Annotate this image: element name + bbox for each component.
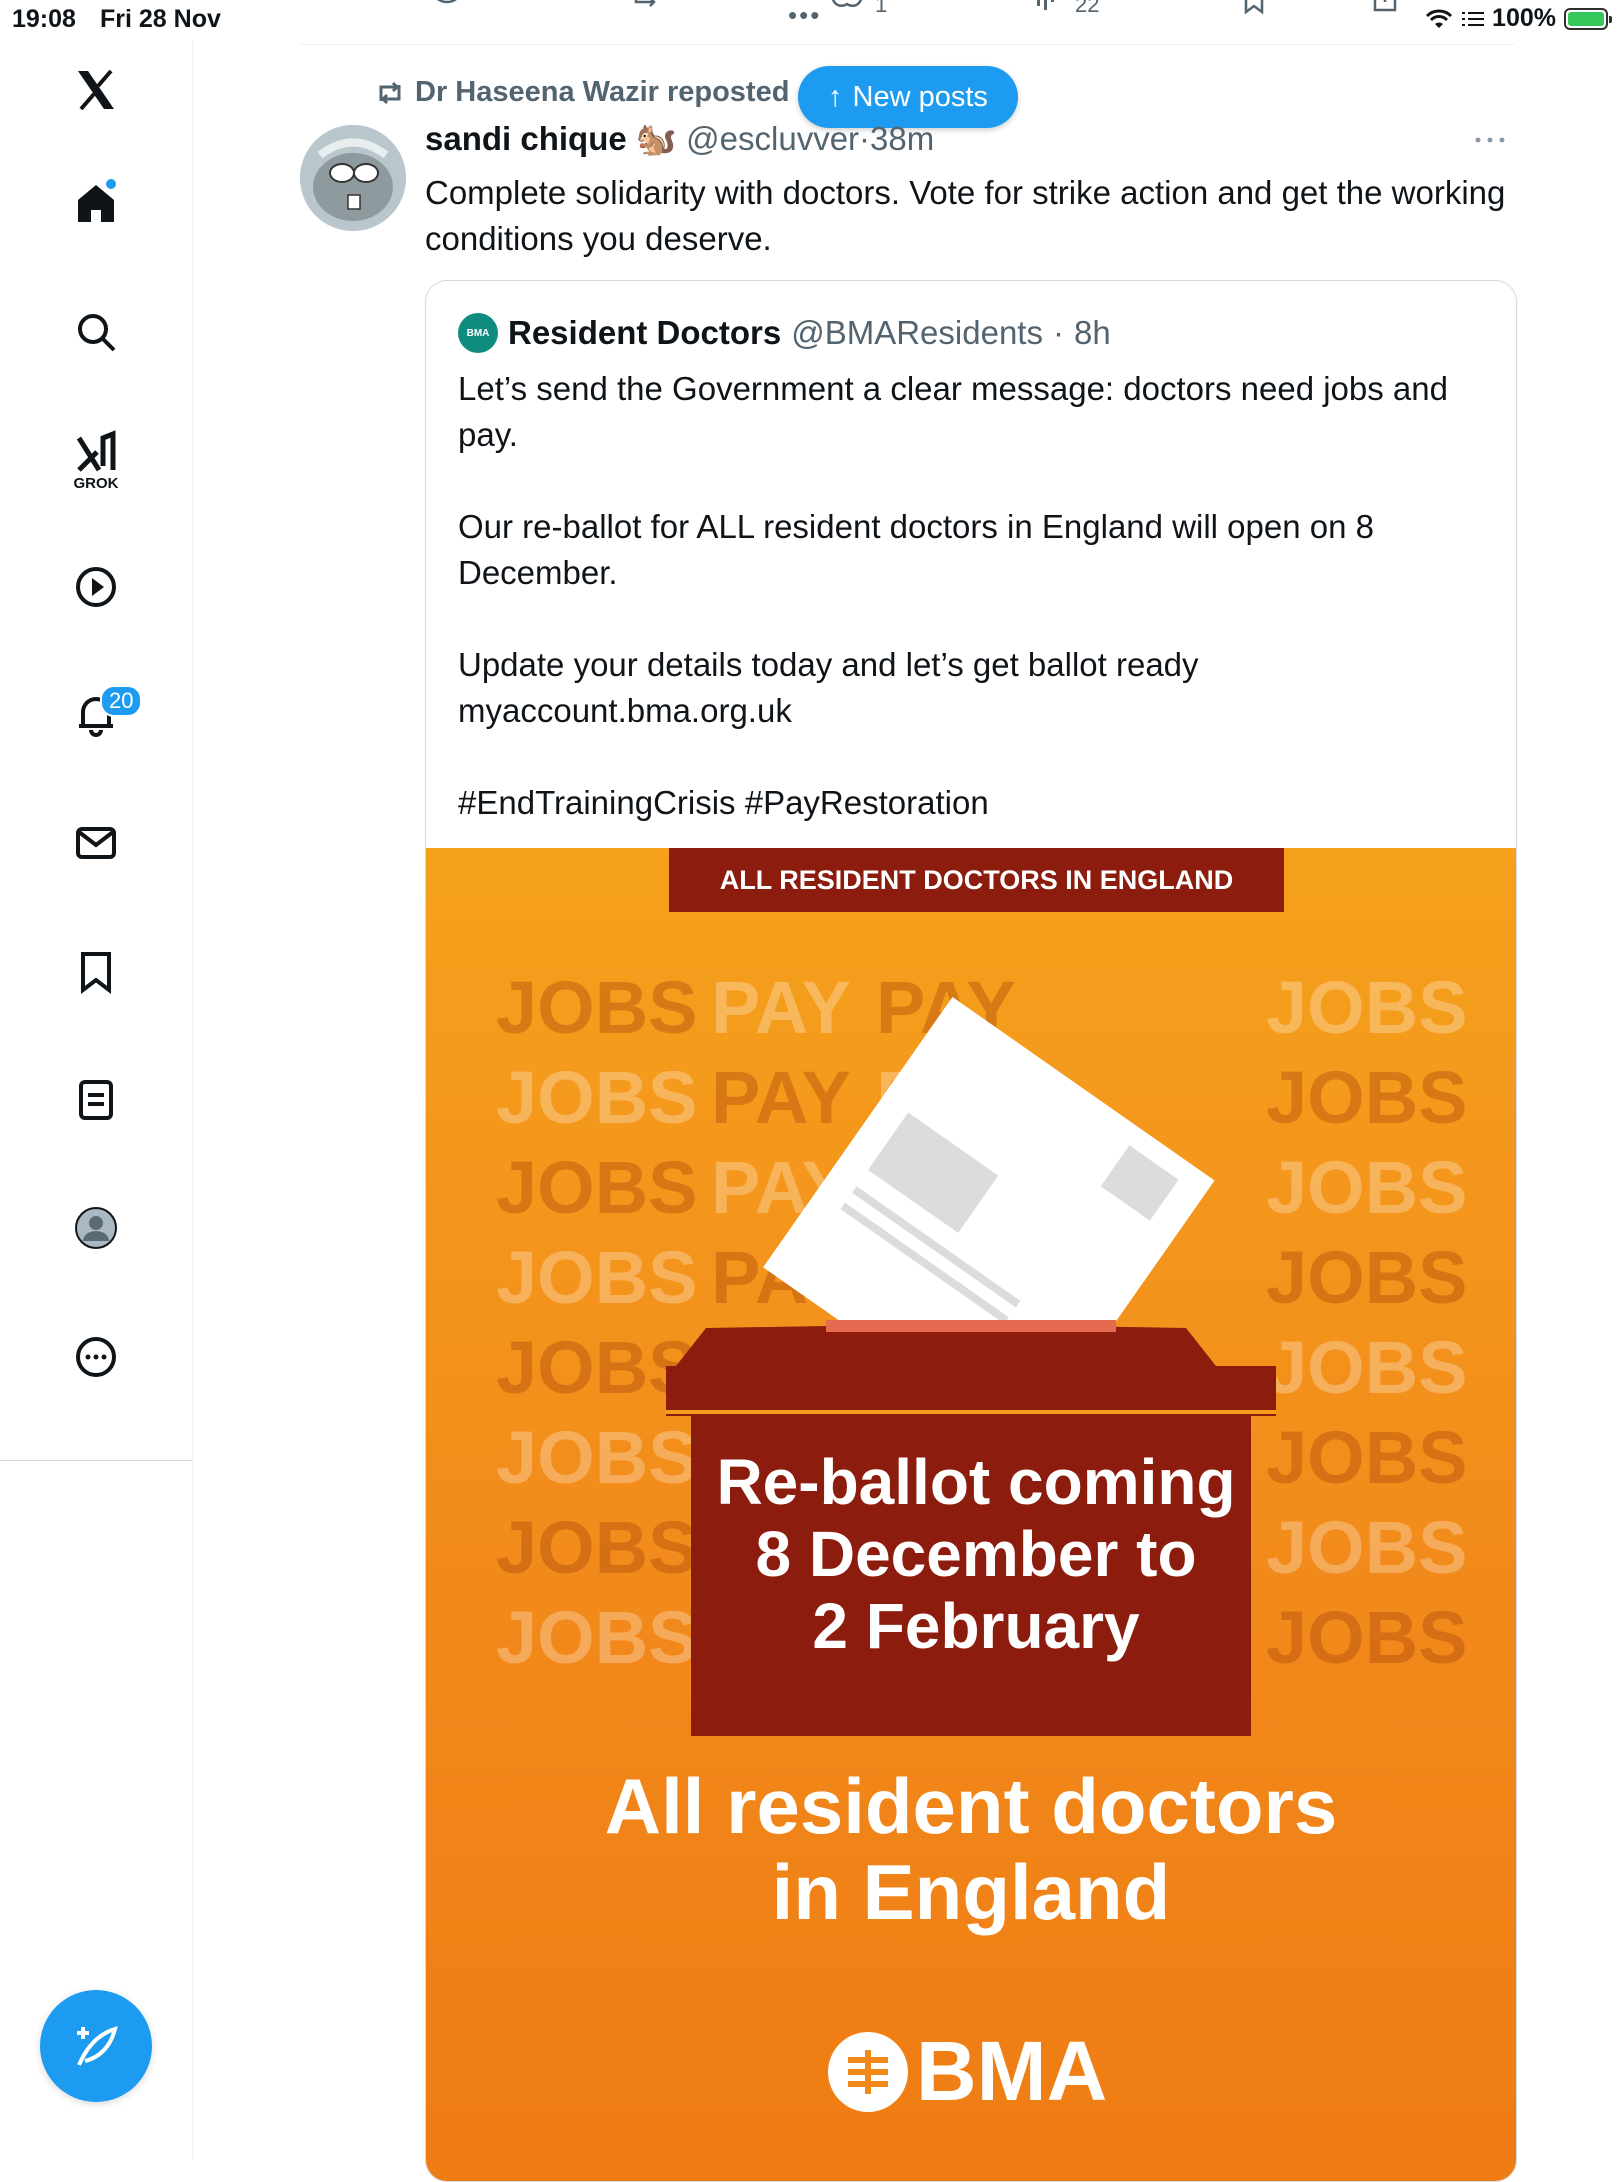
views-icon[interactable] (1035, 0, 1065, 22)
profile-avatar-icon (75, 1207, 117, 1249)
reply-icon[interactable] (430, 0, 464, 22)
sidebar-item-search[interactable] (66, 302, 126, 362)
poster-image[interactable]: JOBSPAYPAYJOBSJOBSPAYPAYJOBSJOBSPAYPAYJO… (426, 848, 1516, 2181)
play-icon (76, 567, 116, 607)
quote-paragraph: Update your details today and let’s get … (458, 646, 1199, 729)
more-dots-icon[interactable]: ••• (788, 0, 821, 31)
sidebar-item-profile[interactable] (66, 1198, 126, 1258)
bma-logo-text: BMA (916, 2024, 1108, 2118)
bookmark-nav-icon (81, 952, 111, 995)
quote-avatar: BMA (458, 313, 498, 353)
grok-label: GROK (73, 475, 119, 492)
quote-paragraph: Our re-ballot for ALL resident doctors i… (458, 508, 1374, 591)
mail-icon (76, 827, 116, 859)
sidebar-item-grok[interactable]: GROK (66, 423, 126, 492)
author-avatar[interactable] (300, 125, 406, 231)
author-name[interactable]: sandi chique (425, 120, 627, 157)
list-document-icon (79, 1080, 113, 1120)
new-posts-label: New posts (852, 80, 988, 113)
bookmark-icon[interactable] (1240, 0, 1270, 22)
dot-separator: · (859, 120, 871, 157)
author-handle[interactable]: @escluvver (686, 120, 859, 157)
new-posts-button[interactable]: ↑ New posts (798, 66, 1018, 128)
quote-tweet-card[interactable]: BMA Resident Doctors @BMAResidents · 8h Le… (425, 280, 1517, 2182)
bma-logo-icon (828, 2031, 908, 2112)
bma-logo: BMA (826, 2023, 1107, 2120)
author-emoji: 🐿️ (635, 120, 677, 157)
poster-headline-line: 2 February (812, 1590, 1140, 1662)
like-count: 1 (875, 0, 888, 17)
poster-subtitle-line: All resident doctors (604, 1762, 1338, 1850)
poster-subtitle: All resident doctors in England (426, 1763, 1516, 1935)
status-date: Fri 28 Nov (100, 5, 221, 33)
home-unread-dot (106, 179, 116, 189)
quote-time: 8h (1073, 314, 1111, 351)
compose-button[interactable] (40, 1990, 152, 2102)
sidebar-item-home[interactable] (66, 173, 126, 233)
compose-feather-icon (77, 2026, 118, 2066)
poster-headline: Re-ballot coming 8 December to 2 Februar… (706, 1446, 1246, 1662)
quote-header: BMA Resident Doctors @BMAResidents · 8h (458, 313, 1111, 353)
x-logo-button[interactable] (66, 60, 126, 120)
tweet-time[interactable]: 38m (870, 120, 934, 157)
arrow-up-icon: ↑ (828, 80, 843, 113)
quote-paragraph: Let’s send the Government a clear messag… (458, 370, 1448, 453)
tweet-more-icon[interactable] (1470, 130, 1510, 150)
sidebar-nav: GROK 20 (0, 40, 193, 2160)
quote-author-handle: @BMAResidents (791, 314, 1043, 351)
sidebar-item-lists[interactable] (66, 1070, 126, 1130)
sidebar-item-video[interactable] (66, 557, 126, 617)
status-time: 19:08 (12, 5, 76, 33)
quote-paragraph: #EndTrainingCrisis #PayRestoration (458, 784, 989, 821)
poster-banner: ALL RESIDENT DOCTORS IN ENGLAND (669, 848, 1284, 912)
more-circle-icon (76, 1337, 116, 1377)
sidebar-item-messages[interactable] (66, 813, 126, 873)
grok-icon (76, 430, 116, 472)
repost-icon[interactable] (630, 0, 664, 22)
author-line: sandi chique 🐿️ @escluvver·38m (425, 120, 934, 159)
sidebar-item-more[interactable] (66, 1327, 126, 1387)
search-icon (78, 314, 116, 352)
previous-tweet-actions: ••• 1 22 (300, 0, 1510, 30)
x-logo-icon (78, 69, 114, 111)
share-icon[interactable] (1370, 0, 1400, 22)
repost-small-icon (379, 81, 401, 104)
sidebar-item-notifications[interactable]: 20 (66, 685, 143, 745)
poster-subtitle-line: in England (771, 1848, 1171, 1936)
divider (300, 44, 1515, 45)
sidebar-divider (0, 1460, 192, 1461)
repost-by-text[interactable]: Dr Haseena Wazir reposted (415, 76, 789, 109)
repost-indicator: Dr Haseena Wazir reposted (375, 76, 789, 109)
poster-headline-line: 8 December to (755, 1518, 1197, 1590)
notifications-badge: 20 (100, 685, 143, 717)
author-avatar-image (300, 125, 406, 231)
tweet-text: Complete solidarity with doctors. Vote f… (425, 174, 1506, 257)
dot-separator: · (1052, 314, 1064, 351)
quote-text: Let’s send the Government a clear messag… (458, 366, 1488, 872)
poster-headline-line: Re-ballot coming (716, 1446, 1236, 1518)
like-icon[interactable] (830, 0, 864, 22)
battery-icon (1564, 7, 1612, 30)
quote-author-name: Resident Doctors (508, 314, 782, 351)
views-count: 22 (1075, 0, 1100, 17)
sidebar-item-bookmarks[interactable] (66, 942, 126, 1002)
